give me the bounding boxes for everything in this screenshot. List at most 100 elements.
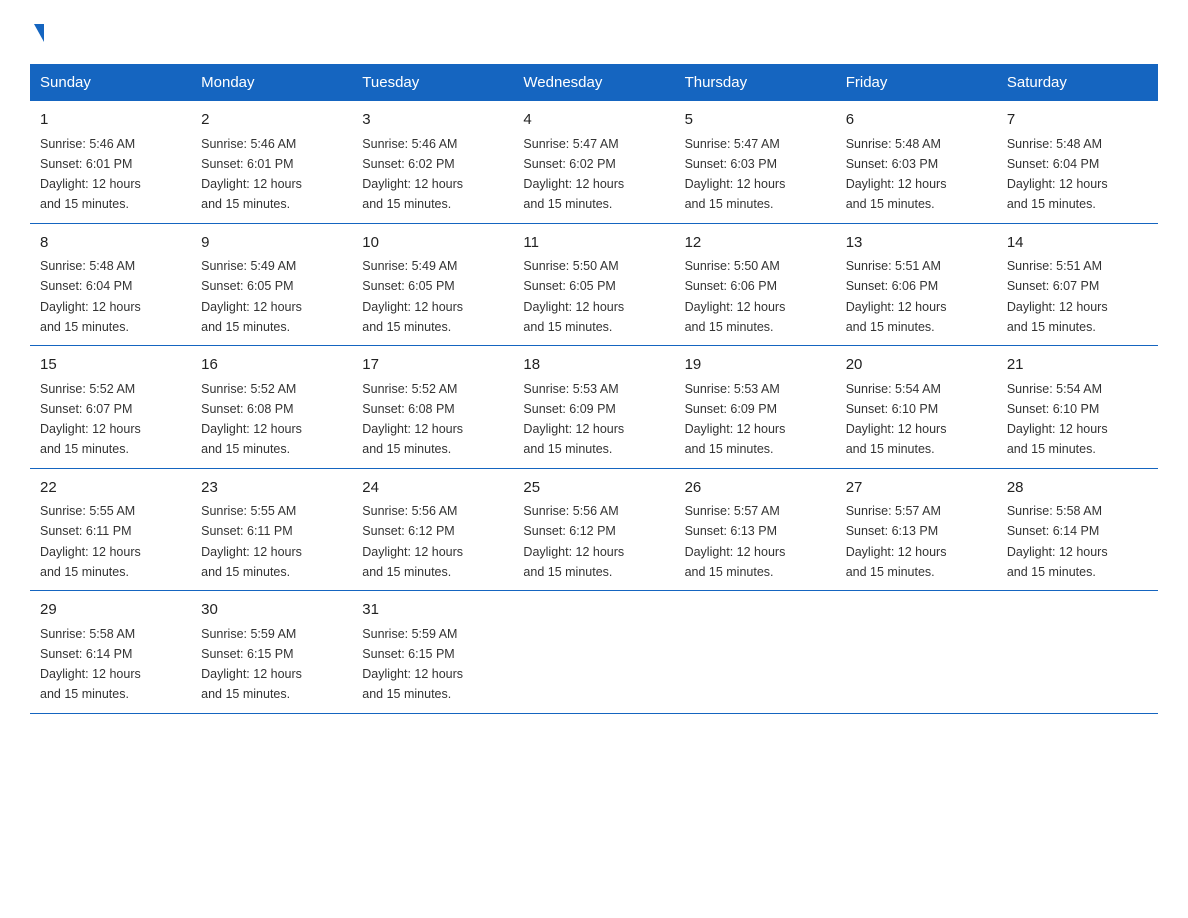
day-number: 8 xyxy=(40,232,181,255)
logo-triangle-icon xyxy=(34,24,44,42)
day-info: Sunrise: 5:47 AMSunset: 6:03 PMDaylight:… xyxy=(685,137,786,212)
day-info: Sunrise: 5:46 AMSunset: 6:02 PMDaylight:… xyxy=(362,137,463,212)
calendar-table: SundayMondayTuesdayWednesdayThursdayFrid… xyxy=(30,64,1158,714)
day-info: Sunrise: 5:59 AMSunset: 6:15 PMDaylight:… xyxy=(201,627,302,702)
day-number: 21 xyxy=(1007,354,1148,377)
day-number: 26 xyxy=(685,477,826,500)
day-number: 7 xyxy=(1007,109,1148,132)
calendar-cell: 30 Sunrise: 5:59 AMSunset: 6:15 PMDayligh… xyxy=(191,591,352,714)
day-number: 2 xyxy=(201,109,342,132)
calendar-cell: 23Sunrise: 5:55 AMSunset: 6:11 PMDayligh… xyxy=(191,468,352,591)
calendar-cell: 6 Sunrise: 5:48 AMSunset: 6:03 PMDaylight… xyxy=(836,101,997,223)
day-number: 12 xyxy=(685,232,826,255)
calendar-cell: 19 Sunrise: 5:53 AMSunset: 6:09 PMDayligh… xyxy=(675,346,836,469)
day-info: Sunrise: 5:56 AMSunset: 6:12 PMDaylight:… xyxy=(523,504,624,579)
day-number: 30 xyxy=(201,599,342,622)
day-info: Sunrise: 5:53 AMSunset: 6:09 PMDaylight:… xyxy=(685,382,786,457)
calendar-cell: 31Sunrise: 5:59 AMSunset: 6:15 PMDayligh… xyxy=(352,591,513,714)
day-info: Sunrise: 5:52 AMSunset: 6:08 PMDaylight:… xyxy=(201,382,302,457)
day-number: 14 xyxy=(1007,232,1148,255)
calendar-cell: 1 Sunrise: 5:46 AMSunset: 6:01 PMDaylight… xyxy=(30,101,191,223)
calendar-cell: 27Sunrise: 5:57 AMSunset: 6:13 PMDayligh… xyxy=(836,468,997,591)
day-number: 4 xyxy=(523,109,664,132)
header-cell-tuesday: Tuesday xyxy=(352,64,513,101)
day-info: Sunrise: 5:57 AMSunset: 6:13 PMDaylight:… xyxy=(685,504,786,579)
header-cell-monday: Monday xyxy=(191,64,352,101)
day-number: 6 xyxy=(846,109,987,132)
day-info: Sunrise: 5:50 AMSunset: 6:06 PMDaylight:… xyxy=(685,259,786,334)
day-number: 31 xyxy=(362,599,503,622)
calendar-week-1: 1 Sunrise: 5:46 AMSunset: 6:01 PMDaylight… xyxy=(30,101,1158,223)
calendar-cell: 3 Sunrise: 5:46 AMSunset: 6:02 PMDaylight… xyxy=(352,101,513,223)
day-number: 11 xyxy=(523,232,664,255)
day-number: 5 xyxy=(685,109,826,132)
calendar-cell: 18 Sunrise: 5:53 AMSunset: 6:09 PMDayligh… xyxy=(513,346,674,469)
calendar-week-2: 8 Sunrise: 5:48 AMSunset: 6:04 PMDaylight… xyxy=(30,223,1158,346)
day-number: 17 xyxy=(362,354,503,377)
header-cell-thursday: Thursday xyxy=(675,64,836,101)
calendar-cell xyxy=(836,591,997,714)
calendar-cell xyxy=(675,591,836,714)
calendar-body: 1 Sunrise: 5:46 AMSunset: 6:01 PMDaylight… xyxy=(30,101,1158,713)
calendar-cell: 5 Sunrise: 5:47 AMSunset: 6:03 PMDaylight… xyxy=(675,101,836,223)
calendar-cell: 9Sunrise: 5:49 AMSunset: 6:05 PMDaylight… xyxy=(191,223,352,346)
day-info: Sunrise: 5:50 AMSunset: 6:05 PMDaylight:… xyxy=(523,259,624,334)
header-cell-wednesday: Wednesday xyxy=(513,64,674,101)
day-info: Sunrise: 5:46 AMSunset: 6:01 PMDaylight:… xyxy=(40,137,141,212)
calendar-header: SundayMondayTuesdayWednesdayThursdayFrid… xyxy=(30,64,1158,101)
calendar-week-5: 29 Sunrise: 5:58 AMSunset: 6:14 PMDayligh… xyxy=(30,591,1158,714)
day-info: Sunrise: 5:48 AMSunset: 6:04 PMDaylight:… xyxy=(40,259,141,334)
day-info: Sunrise: 5:46 AMSunset: 6:01 PMDaylight:… xyxy=(201,137,302,212)
calendar-cell: 20 Sunrise: 5:54 AMSunset: 6:10 PMDayligh… xyxy=(836,346,997,469)
calendar-cell: 17 Sunrise: 5:52 AMSunset: 6:08 PMDayligh… xyxy=(352,346,513,469)
day-number: 16 xyxy=(201,354,342,377)
calendar-cell: 25 Sunrise: 5:56 AMSunset: 6:12 PMDayligh… xyxy=(513,468,674,591)
day-number: 1 xyxy=(40,109,181,132)
header-cell-saturday: Saturday xyxy=(997,64,1158,101)
calendar-cell xyxy=(997,591,1158,714)
calendar-cell: 8 Sunrise: 5:48 AMSunset: 6:04 PMDaylight… xyxy=(30,223,191,346)
logo xyxy=(30,24,44,50)
day-info: Sunrise: 5:52 AMSunset: 6:08 PMDaylight:… xyxy=(362,382,463,457)
header-row: SundayMondayTuesdayWednesdayThursdayFrid… xyxy=(30,64,1158,101)
day-number: 19 xyxy=(685,354,826,377)
day-info: Sunrise: 5:49 AMSunset: 6:05 PMDaylight:… xyxy=(201,259,302,334)
day-info: Sunrise: 5:54 AMSunset: 6:10 PMDaylight:… xyxy=(1007,382,1108,457)
calendar-week-4: 22Sunrise: 5:55 AMSunset: 6:11 PMDayligh… xyxy=(30,468,1158,591)
header-cell-sunday: Sunday xyxy=(30,64,191,101)
day-info: Sunrise: 5:54 AMSunset: 6:10 PMDaylight:… xyxy=(846,382,947,457)
calendar-cell: 28Sunrise: 5:58 AMSunset: 6:14 PMDayligh… xyxy=(997,468,1158,591)
day-number: 10 xyxy=(362,232,503,255)
calendar-cell: 10 Sunrise: 5:49 AMSunset: 6:05 PMDayligh… xyxy=(352,223,513,346)
day-number: 28 xyxy=(1007,477,1148,500)
calendar-cell: 29 Sunrise: 5:58 AMSunset: 6:14 PMDayligh… xyxy=(30,591,191,714)
day-number: 3 xyxy=(362,109,503,132)
day-number: 15 xyxy=(40,354,181,377)
calendar-cell: 26 Sunrise: 5:57 AMSunset: 6:13 PMDayligh… xyxy=(675,468,836,591)
day-info: Sunrise: 5:56 AMSunset: 6:12 PMDaylight:… xyxy=(362,504,463,579)
calendar-cell: 16 Sunrise: 5:52 AMSunset: 6:08 PMDayligh… xyxy=(191,346,352,469)
day-number: 18 xyxy=(523,354,664,377)
day-info: Sunrise: 5:58 AMSunset: 6:14 PMDaylight:… xyxy=(40,627,141,702)
day-info: Sunrise: 5:47 AMSunset: 6:02 PMDaylight:… xyxy=(523,137,624,212)
day-info: Sunrise: 5:48 AMSunset: 6:03 PMDaylight:… xyxy=(846,137,947,212)
calendar-cell: 21 Sunrise: 5:54 AMSunset: 6:10 PMDayligh… xyxy=(997,346,1158,469)
day-info: Sunrise: 5:49 AMSunset: 6:05 PMDaylight:… xyxy=(362,259,463,334)
header-cell-friday: Friday xyxy=(836,64,997,101)
day-number: 20 xyxy=(846,354,987,377)
day-info: Sunrise: 5:57 AMSunset: 6:13 PMDaylight:… xyxy=(846,504,947,579)
calendar-cell: 15Sunrise: 5:52 AMSunset: 6:07 PMDayligh… xyxy=(30,346,191,469)
day-number: 29 xyxy=(40,599,181,622)
calendar-cell: 2 Sunrise: 5:46 AMSunset: 6:01 PMDaylight… xyxy=(191,101,352,223)
day-info: Sunrise: 5:51 AMSunset: 6:07 PMDaylight:… xyxy=(1007,259,1108,334)
calendar-cell: 4 Sunrise: 5:47 AMSunset: 6:02 PMDaylight… xyxy=(513,101,674,223)
day-number: 25 xyxy=(523,477,664,500)
day-number: 22 xyxy=(40,477,181,500)
day-info: Sunrise: 5:53 AMSunset: 6:09 PMDaylight:… xyxy=(523,382,624,457)
calendar-cell: 11 Sunrise: 5:50 AMSunset: 6:05 PMDayligh… xyxy=(513,223,674,346)
calendar-cell: 24 Sunrise: 5:56 AMSunset: 6:12 PMDayligh… xyxy=(352,468,513,591)
calendar-cell xyxy=(513,591,674,714)
day-info: Sunrise: 5:51 AMSunset: 6:06 PMDaylight:… xyxy=(846,259,947,334)
calendar-week-3: 15Sunrise: 5:52 AMSunset: 6:07 PMDayligh… xyxy=(30,346,1158,469)
day-number: 24 xyxy=(362,477,503,500)
